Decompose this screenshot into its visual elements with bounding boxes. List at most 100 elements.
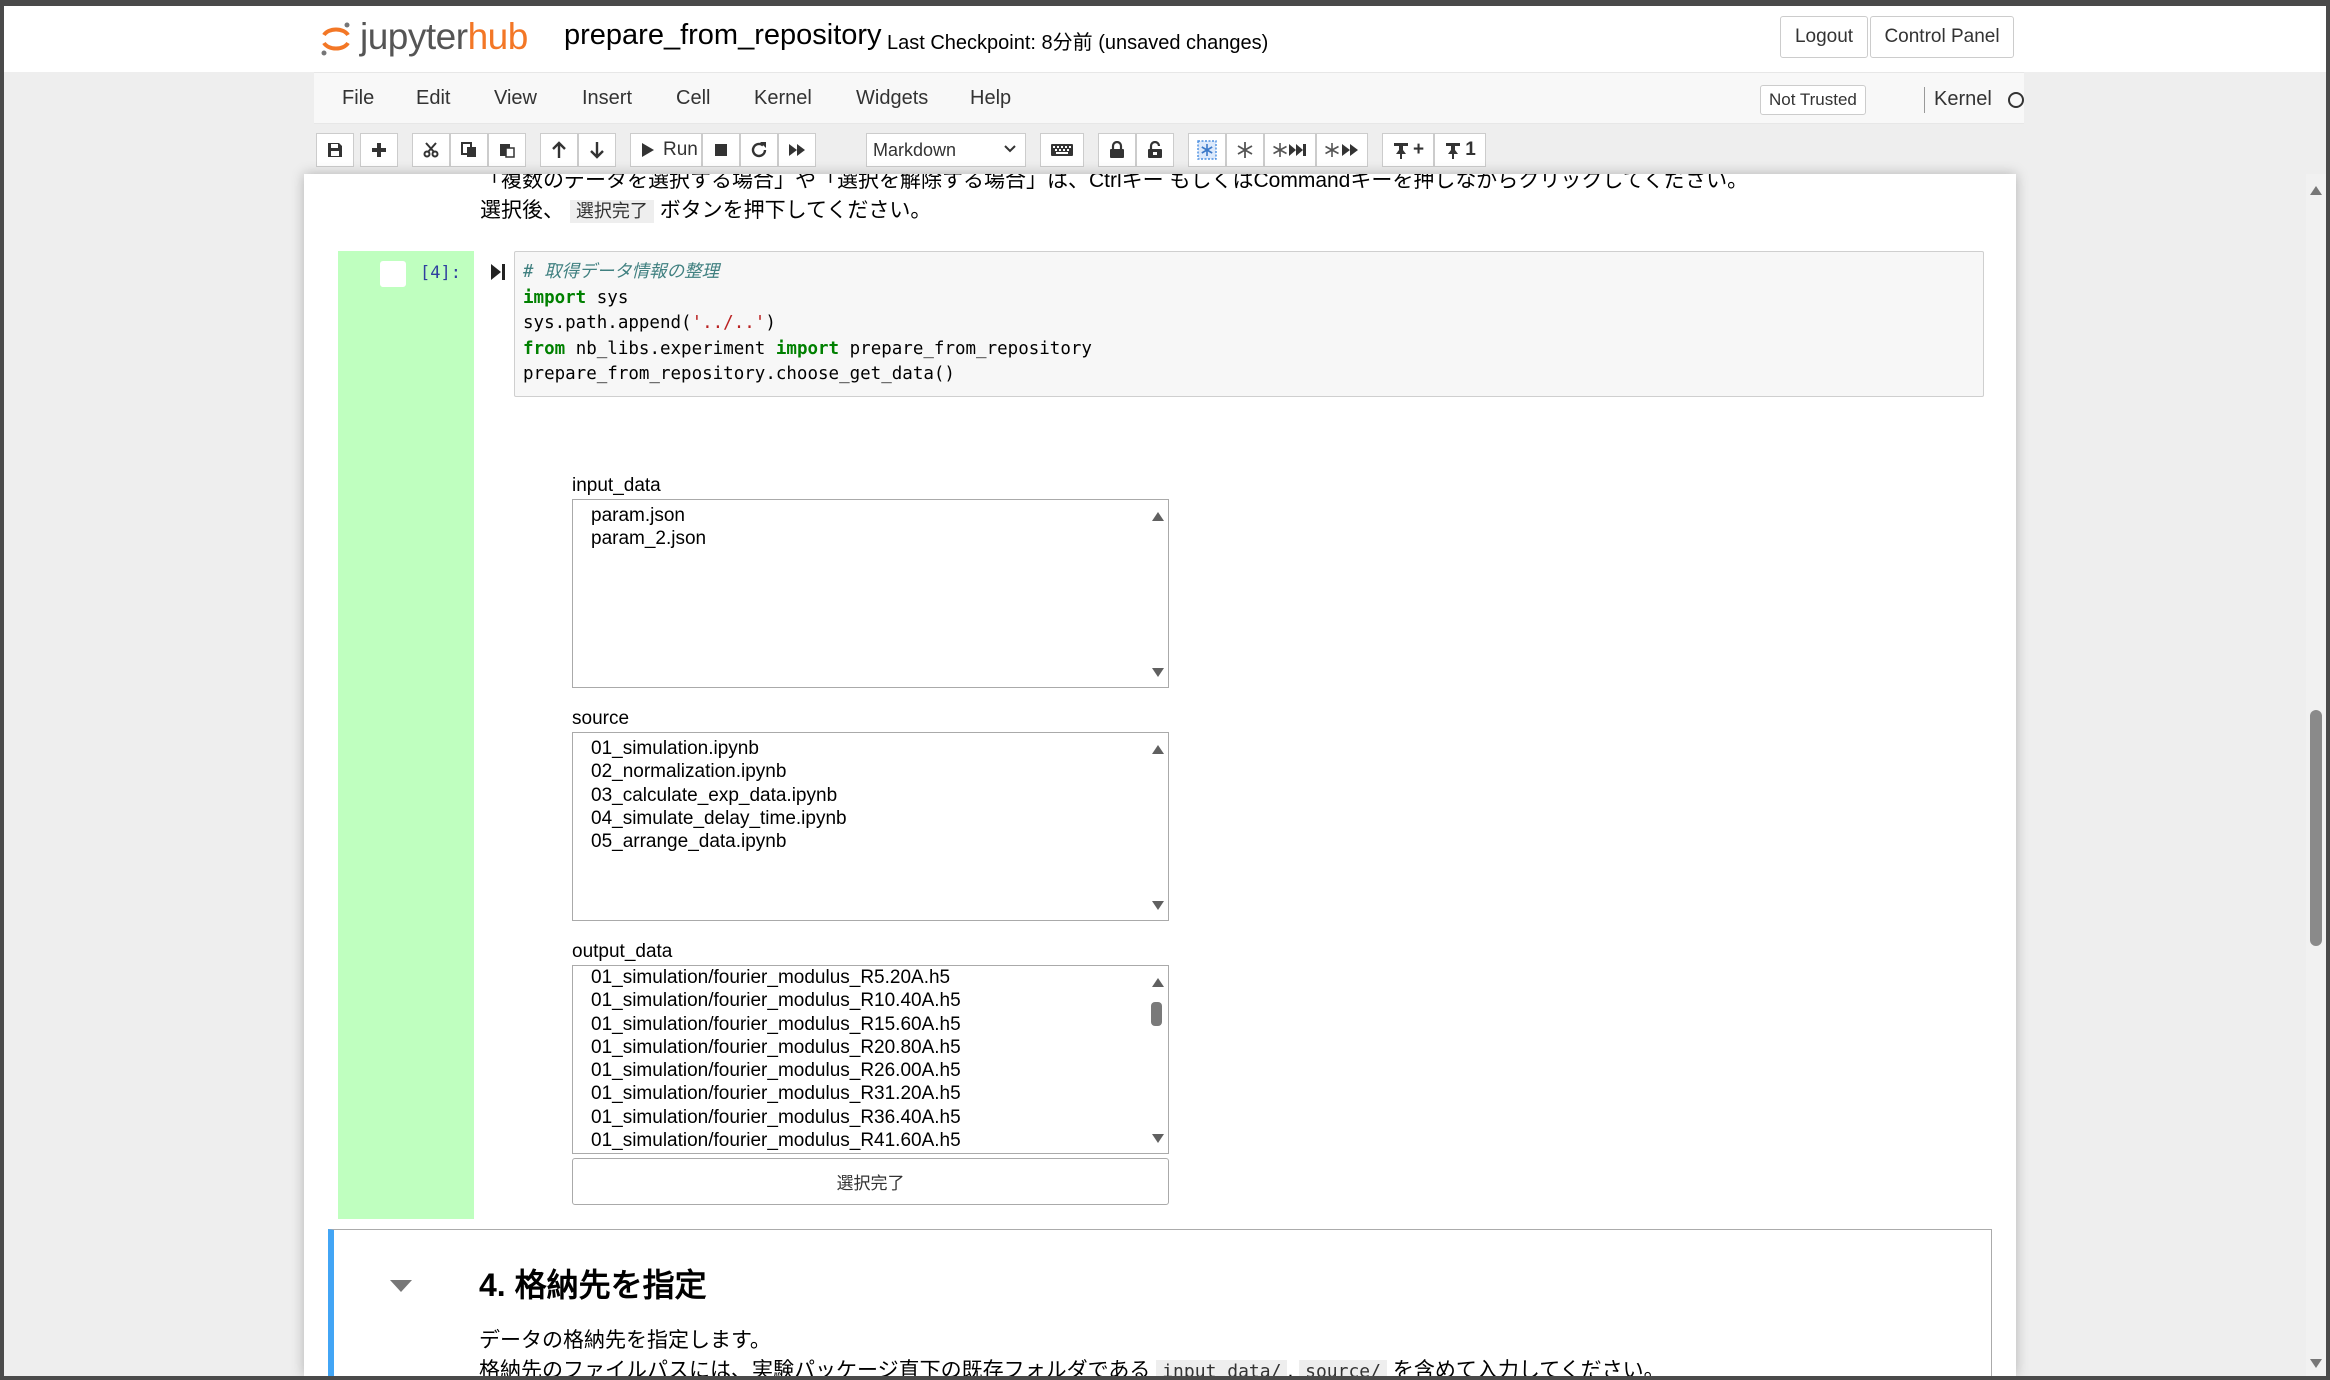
output-data-select[interactable]: 01_simulation/fourier_modulus_R5.20A.h5 … — [572, 965, 1169, 1154]
scroll-down-icon[interactable] — [1152, 1134, 1164, 1143]
scroll-up-icon[interactable] — [1152, 745, 1164, 754]
code-text: sys.path.append( — [523, 313, 692, 333]
list-item[interactable]: 01_simulation/fourier_modulus_R36.40A.h5 — [573, 1106, 1168, 1129]
freeze-toggle-button[interactable] — [1188, 133, 1226, 167]
freeze-skip-button[interactable] — [1264, 133, 1316, 167]
unlock-icon — [1148, 141, 1162, 158]
cell-checkbox[interactable] — [380, 261, 406, 287]
command-palette-button[interactable] — [1040, 133, 1084, 167]
stop-icon — [715, 144, 727, 156]
not-trusted-indicator[interactable]: Not Trusted — [1760, 85, 1866, 115]
code-cell[interactable]: [4]: # 取得データ情報の整理 import sys sys.path.ap… — [338, 251, 1988, 1219]
snowflake-skip-icon — [1273, 143, 1306, 157]
unlock-button[interactable] — [1136, 133, 1174, 167]
list-item[interactable]: 01_simulation.ipynb — [573, 737, 1168, 760]
source-select[interactable]: 01_simulation.ipynb 02_normalization.ipy… — [572, 732, 1169, 921]
page-scrollbar[interactable] — [2306, 174, 2326, 1376]
menu-insert[interactable]: Insert — [582, 87, 632, 110]
scrollbar-thumb[interactable] — [2310, 710, 2322, 946]
list-item[interactable]: 01_simulation/fourier_modulus_R10.40A.h5 — [573, 989, 1168, 1012]
menu-file[interactable]: File — [342, 87, 374, 110]
list-item[interactable]: 01_simulation/fourier_modulus_R41.60A.h5 — [573, 1129, 1168, 1152]
instruction-text: 「複数のデータを選択する場合」や「選択を解除する場合」は、Ctrlキー もしくは… — [480, 174, 1748, 227]
jupyter-header: jupyter hub prepare_from_repository Last… — [4, 6, 2326, 72]
inline-code: source/ — [1299, 1360, 1387, 1376]
pin-one-icon — [1446, 143, 1461, 159]
input-data-select[interactable]: param.json param_2.json — [572, 499, 1169, 688]
scrollbar-thumb[interactable] — [1151, 1002, 1162, 1026]
menu-help[interactable]: Help — [970, 87, 1011, 110]
paste-button[interactable] — [488, 133, 526, 167]
list-item[interactable]: 01_simulation/fourier_modulus_R15.60A.h5 — [573, 1013, 1168, 1036]
scroll-down-icon[interactable] — [2310, 1359, 2322, 1368]
menu-edit[interactable]: Edit — [416, 87, 450, 110]
list-item[interactable]: 04_simulate_delay_time.ipynb — [573, 807, 1168, 830]
menu-widgets[interactable]: Widgets — [856, 87, 928, 110]
copy-button[interactable] — [450, 133, 488, 167]
checkpoint-status: Last Checkpoint: 8分前 (unsaved changes) — [887, 32, 1269, 54]
menu-cell[interactable]: Cell — [676, 87, 710, 110]
list-item[interactable]: 03_calculate_exp_data.ipynb — [573, 784, 1168, 807]
list-item[interactable]: 01_simulation/fourier_modulus_R31.20A.h5 — [573, 1082, 1168, 1105]
cell-type-select[interactable]: Markdown — [866, 133, 1026, 167]
code-editor[interactable]: # 取得データ情報の整理 import sys sys.path.append(… — [514, 251, 1984, 397]
list-item[interactable]: param_2.json — [573, 527, 1168, 550]
notebook-toolbar: Run Markdown + 1 — [314, 124, 2024, 174]
scroll-up-icon[interactable] — [2310, 186, 2322, 195]
menu-view[interactable]: View — [494, 87, 537, 110]
scroll-down-icon[interactable] — [1152, 668, 1164, 677]
selection-done-button[interactable]: 選択完了 — [572, 1158, 1169, 1205]
cell-run-button[interactable] — [490, 263, 506, 286]
lock-icon — [1110, 141, 1124, 158]
list-item[interactable]: 05_arrange_data.ipynb — [573, 830, 1168, 853]
lock-button[interactable] — [1098, 133, 1136, 167]
freeze-forward-button[interactable] — [1316, 133, 1368, 167]
keyboard-icon — [1051, 144, 1073, 156]
insert-cell-button[interactable] — [360, 133, 398, 167]
instruction-line-2-pre: 選択後、 — [480, 199, 564, 222]
markdown-cell[interactable]: 4. 格納先を指定 データの格納先を指定します。 格納先のファイルパスには、実験… — [328, 1229, 1992, 1376]
collapse-heading-icon[interactable] — [390, 1280, 412, 1292]
logout-button[interactable]: Logout — [1780, 16, 1868, 58]
list-item[interactable]: 02_normalization.ipynb — [573, 760, 1168, 783]
run-button[interactable]: Run — [630, 133, 702, 167]
instruction-line-2: 選択後、 選択完了 ボタンを押下してください。 — [480, 196, 1748, 227]
chevron-down-icon — [1004, 145, 1016, 153]
list-item[interactable]: 01_simulation/fourier_modulus_R26.00A.h5 — [573, 1059, 1168, 1082]
move-cell-up-button[interactable] — [540, 133, 578, 167]
save-button[interactable] — [316, 133, 354, 167]
menu-kernel[interactable]: Kernel — [754, 87, 812, 110]
interrupt-button[interactable] — [702, 133, 740, 167]
pin-plus-icon — [1393, 143, 1408, 159]
section-description: データの格納先を指定します。 — [479, 1329, 771, 1352]
cut-button[interactable] — [412, 133, 450, 167]
code-text: ) — [765, 313, 776, 333]
scroll-up-icon[interactable] — [1152, 512, 1164, 521]
source-label: source — [572, 708, 630, 729]
instruction-line-1: 「複数のデータを選択する場合」や「選択を解除する場合」は、Ctrlキー もしくは… — [480, 174, 1749, 192]
list-item[interactable]: param.json — [573, 504, 1168, 527]
restart-kernel-button[interactable] — [740, 133, 778, 167]
browser-viewport: jupyter hub prepare_from_repository Last… — [4, 6, 2326, 1376]
list-item[interactable]: 01_simulation/fourier_modulus_R20.80A.h5 — [573, 1036, 1168, 1059]
code-text: prepare_from_repository.choose_get_data(… — [523, 364, 955, 384]
restart-run-all-button[interactable] — [778, 133, 816, 167]
pin-one-button[interactable]: 1 — [1434, 133, 1486, 167]
code-comment: # 取得データ情報の整理 — [523, 262, 720, 282]
pin-add-button[interactable]: + — [1382, 133, 1434, 167]
move-cell-down-button[interactable] — [578, 133, 616, 167]
kernel-idle-indicator-icon — [2008, 92, 2024, 108]
cell-type-value: Markdown — [873, 139, 957, 160]
code-keyword: import — [775, 338, 840, 359]
notebook-title[interactable]: prepare_from_repository — [564, 19, 882, 52]
scroll-up-icon[interactable] — [1152, 978, 1164, 987]
control-panel-button[interactable]: Control Panel — [1870, 16, 2014, 58]
plus-icon — [372, 143, 386, 157]
list-item[interactable]: 01_simulation/fourier_modulus_R5.20A.h5 — [573, 966, 1168, 989]
section-instruction: 格納先のファイルパスには、実験パッケージ直下の既存フォルダである input_d… — [479, 1354, 1665, 1376]
freeze-button[interactable] — [1226, 133, 1264, 167]
jupyterhub-logo[interactable]: jupyter hub — [320, 12, 528, 62]
separator-text: , — [1287, 1359, 1294, 1376]
scroll-down-icon[interactable] — [1152, 901, 1164, 910]
code-keyword: from — [523, 338, 566, 359]
